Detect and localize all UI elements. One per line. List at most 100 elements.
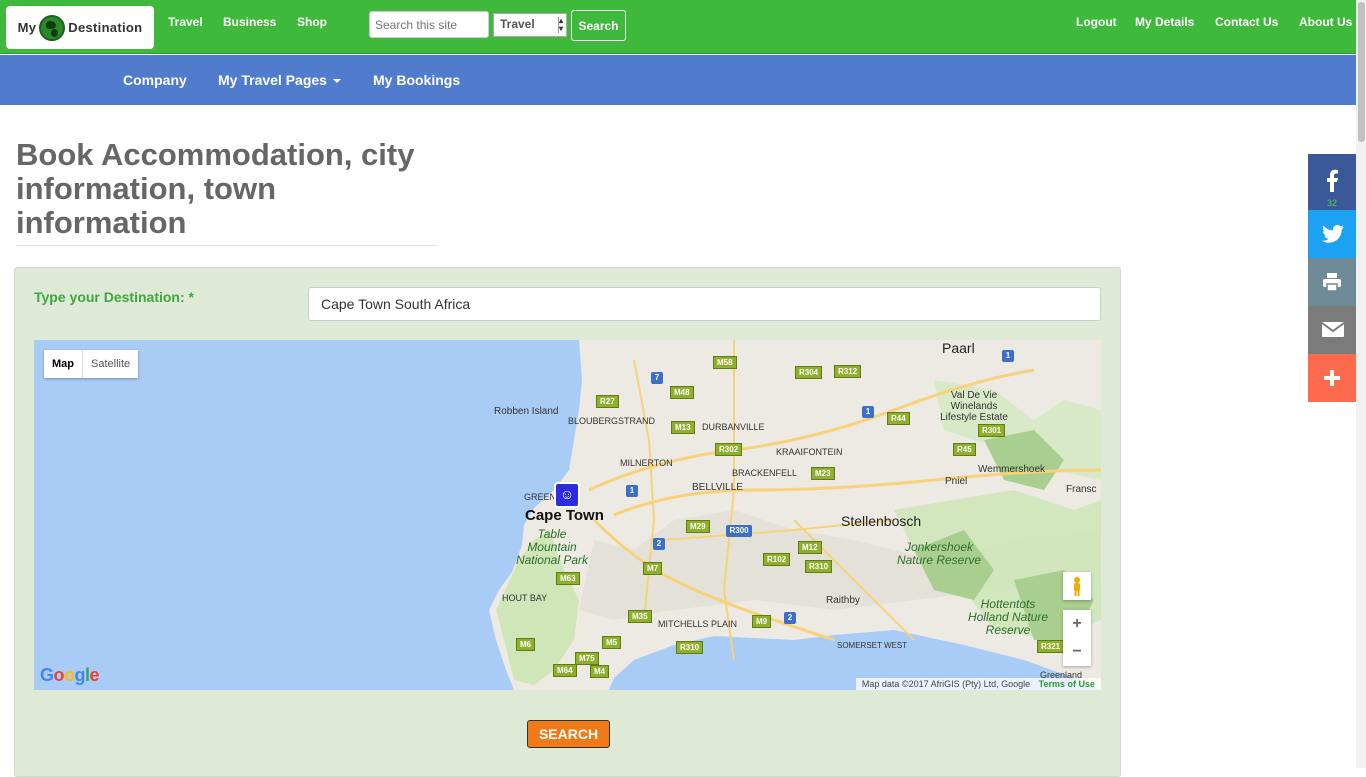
map-label: BELLVILLE (692, 482, 743, 493)
nav-link-shop[interactable]: Shop (297, 15, 327, 29)
route-badge: R102 (763, 553, 791, 566)
destination-label: Type your Destination: * (34, 289, 194, 305)
map-label: MITCHELLS PLAIN (658, 619, 738, 629)
route-badge: R301 (978, 424, 1006, 437)
nav-link-about-us[interactable]: About Us (1299, 15, 1352, 29)
plus-icon (1324, 370, 1340, 386)
globe-icon (39, 14, 66, 41)
category-select[interactable]: Travel ▴ ▾ (493, 13, 567, 37)
route-badge: M63 (556, 572, 580, 585)
site-logo[interactable]: My Destination (6, 6, 154, 49)
map-label: BLOUBERGSTRAND (568, 416, 656, 426)
national-route-badge: 1 (862, 406, 874, 418)
nav-my-travel-pages-label: My Travel Pages (218, 72, 327, 88)
nav-link-contact-us[interactable]: Contact Us (1215, 15, 1278, 29)
zoom-in-button[interactable]: + (1063, 610, 1091, 638)
route-badge: M12 (798, 541, 822, 554)
facebook-icon (1327, 169, 1338, 192)
more-share-button[interactable] (1308, 354, 1356, 402)
map-label: SOMERSET WEST (837, 641, 908, 650)
route-badge: R304 (795, 366, 823, 379)
map-label: Paarl (942, 340, 975, 356)
nav-my-bookings[interactable]: My Bookings (373, 72, 460, 88)
route-badge: R45 (953, 443, 976, 456)
map-label: Stellenbosch (841, 513, 922, 529)
site-search-input[interactable] (369, 11, 489, 38)
route-badge: R300 (726, 525, 752, 537)
map-type-satellite[interactable]: Satellite (83, 350, 138, 378)
route-badge: M7 (643, 562, 663, 575)
map-label: Table Mountain National Park (515, 527, 589, 567)
google-map[interactable]: Map Satellite Paarl Robben Island BLOUBE… (34, 340, 1101, 690)
email-share-button[interactable] (1308, 306, 1356, 354)
map-label: MILNERTON (620, 458, 673, 468)
national-route-badge: 2 (653, 538, 665, 550)
route-badge: M5 (602, 636, 622, 649)
map-label: DURBANVILLE (702, 422, 765, 432)
nav-link-travel[interactable]: Travel (168, 15, 203, 29)
route-badge: M9 (752, 615, 772, 628)
map-label: Hottentots Holland Nature Reserve (967, 597, 1049, 637)
route-badge: R312 (834, 365, 862, 378)
route-badge: M13 (671, 421, 695, 434)
map-label: Jonkershoek Nature Reserve (896, 540, 982, 567)
twitter-share-button[interactable] (1308, 210, 1356, 258)
map-attribution: Map data ©2017 AfriGIS (Pty) Ltd, Google… (855, 678, 1101, 690)
map-label: Val De Vie Winelands Lifestyle Estate (940, 390, 1008, 423)
route-badge: M6 (516, 638, 536, 651)
map-label: GREEN (524, 492, 557, 502)
map-label: Robben Island (494, 406, 559, 417)
route-badge: M35 (628, 610, 652, 623)
nav-my-travel-pages[interactable]: My Travel Pages (218, 72, 341, 88)
route-badge: M48 (670, 386, 694, 399)
nav-company[interactable]: Company (123, 72, 187, 88)
nav-link-business[interactable]: Business (223, 15, 276, 29)
route-badge: R321 (1037, 640, 1065, 653)
national-route-badge: 1 (1002, 350, 1014, 362)
google-logo: Google (40, 665, 100, 685)
map-label-cape-town: Cape Town (525, 507, 604, 524)
scrollbar-thumb[interactable] (1358, 2, 1365, 142)
route-badge: R310 (805, 560, 833, 573)
main-navbar: Company My Travel Pages My Bookings (0, 55, 1356, 105)
map-label: Raithby (826, 595, 860, 606)
page-title: Book Accommodation, city information, to… (16, 137, 415, 240)
nav-link-my-details[interactable]: My Details (1135, 15, 1194, 29)
title-divider (16, 245, 437, 246)
map-type-control: Map Satellite (44, 350, 139, 378)
print-share-button[interactable] (1308, 258, 1356, 306)
map-label: KRAAIFONTEIN (776, 447, 843, 457)
route-badge: R44 (887, 412, 910, 425)
route-badge: R310 (676, 641, 704, 654)
terms-of-use-link[interactable]: Terms of Use (1039, 679, 1095, 689)
location-marker-icon[interactable]: ☺ (554, 482, 580, 508)
zoom-out-button[interactable]: − (1063, 638, 1091, 666)
search-accommodation-button[interactable]: SEARCH (527, 720, 610, 748)
email-icon (1322, 322, 1344, 337)
caret-down-icon (332, 79, 341, 84)
print-icon (1323, 273, 1341, 292)
facebook-share-count: 32 (1326, 198, 1337, 208)
street-view-pegman-icon[interactable] (1063, 572, 1091, 600)
map-label: BRACKENFELL (732, 468, 798, 478)
map-label: Wemmershoek (978, 464, 1046, 475)
route-badge: M64 (553, 664, 577, 677)
map-data-text: Map data ©2017 AfriGIS (Pty) Ltd, Google (861, 679, 1031, 689)
facebook-share-button[interactable]: 32 (1308, 154, 1356, 210)
national-route-badge: 2 (784, 612, 796, 624)
map-type-map[interactable]: Map (44, 350, 83, 378)
logo-text-left: My (17, 20, 37, 35)
map-label: Fransc (1066, 484, 1097, 495)
route-badge: M23 (811, 467, 835, 480)
zoom-control: + − (1063, 610, 1091, 666)
site-search-button[interactable]: Search (571, 10, 626, 41)
destination-input[interactable]: Cape Town South Africa (308, 287, 1101, 321)
route-badge: M4 (590, 665, 610, 678)
route-badge: M29 (686, 520, 710, 533)
route-badge: M58 (713, 356, 737, 369)
national-route-badge: 1 (626, 485, 638, 497)
category-select-value: Travel (500, 17, 535, 31)
nav-link-logout[interactable]: Logout (1076, 15, 1117, 29)
select-arrow-icon: ▴ ▾ (558, 16, 564, 33)
map-label: Pniel (945, 476, 968, 487)
